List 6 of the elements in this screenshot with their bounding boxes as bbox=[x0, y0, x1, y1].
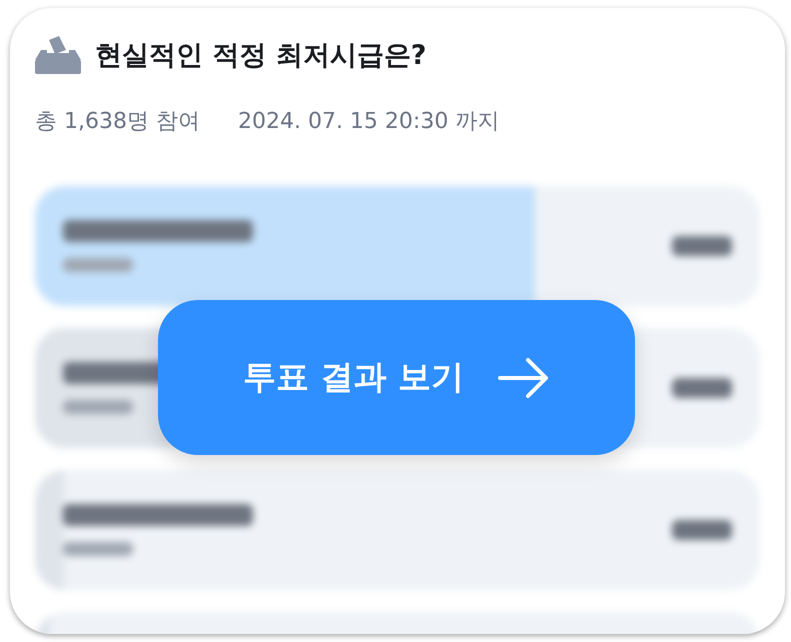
poll-deadline: 2024. 07. 15 20:30 까지 bbox=[238, 108, 500, 136]
ballot-box-icon bbox=[35, 36, 81, 74]
poll-title: 현실적인 적정 최저시급은? bbox=[95, 39, 426, 73]
view-results-button[interactable]: 투표 결과 보기 bbox=[158, 300, 635, 455]
arrow-right-icon bbox=[498, 358, 550, 398]
participant-count: 총 1,638명 참여 bbox=[35, 108, 200, 136]
